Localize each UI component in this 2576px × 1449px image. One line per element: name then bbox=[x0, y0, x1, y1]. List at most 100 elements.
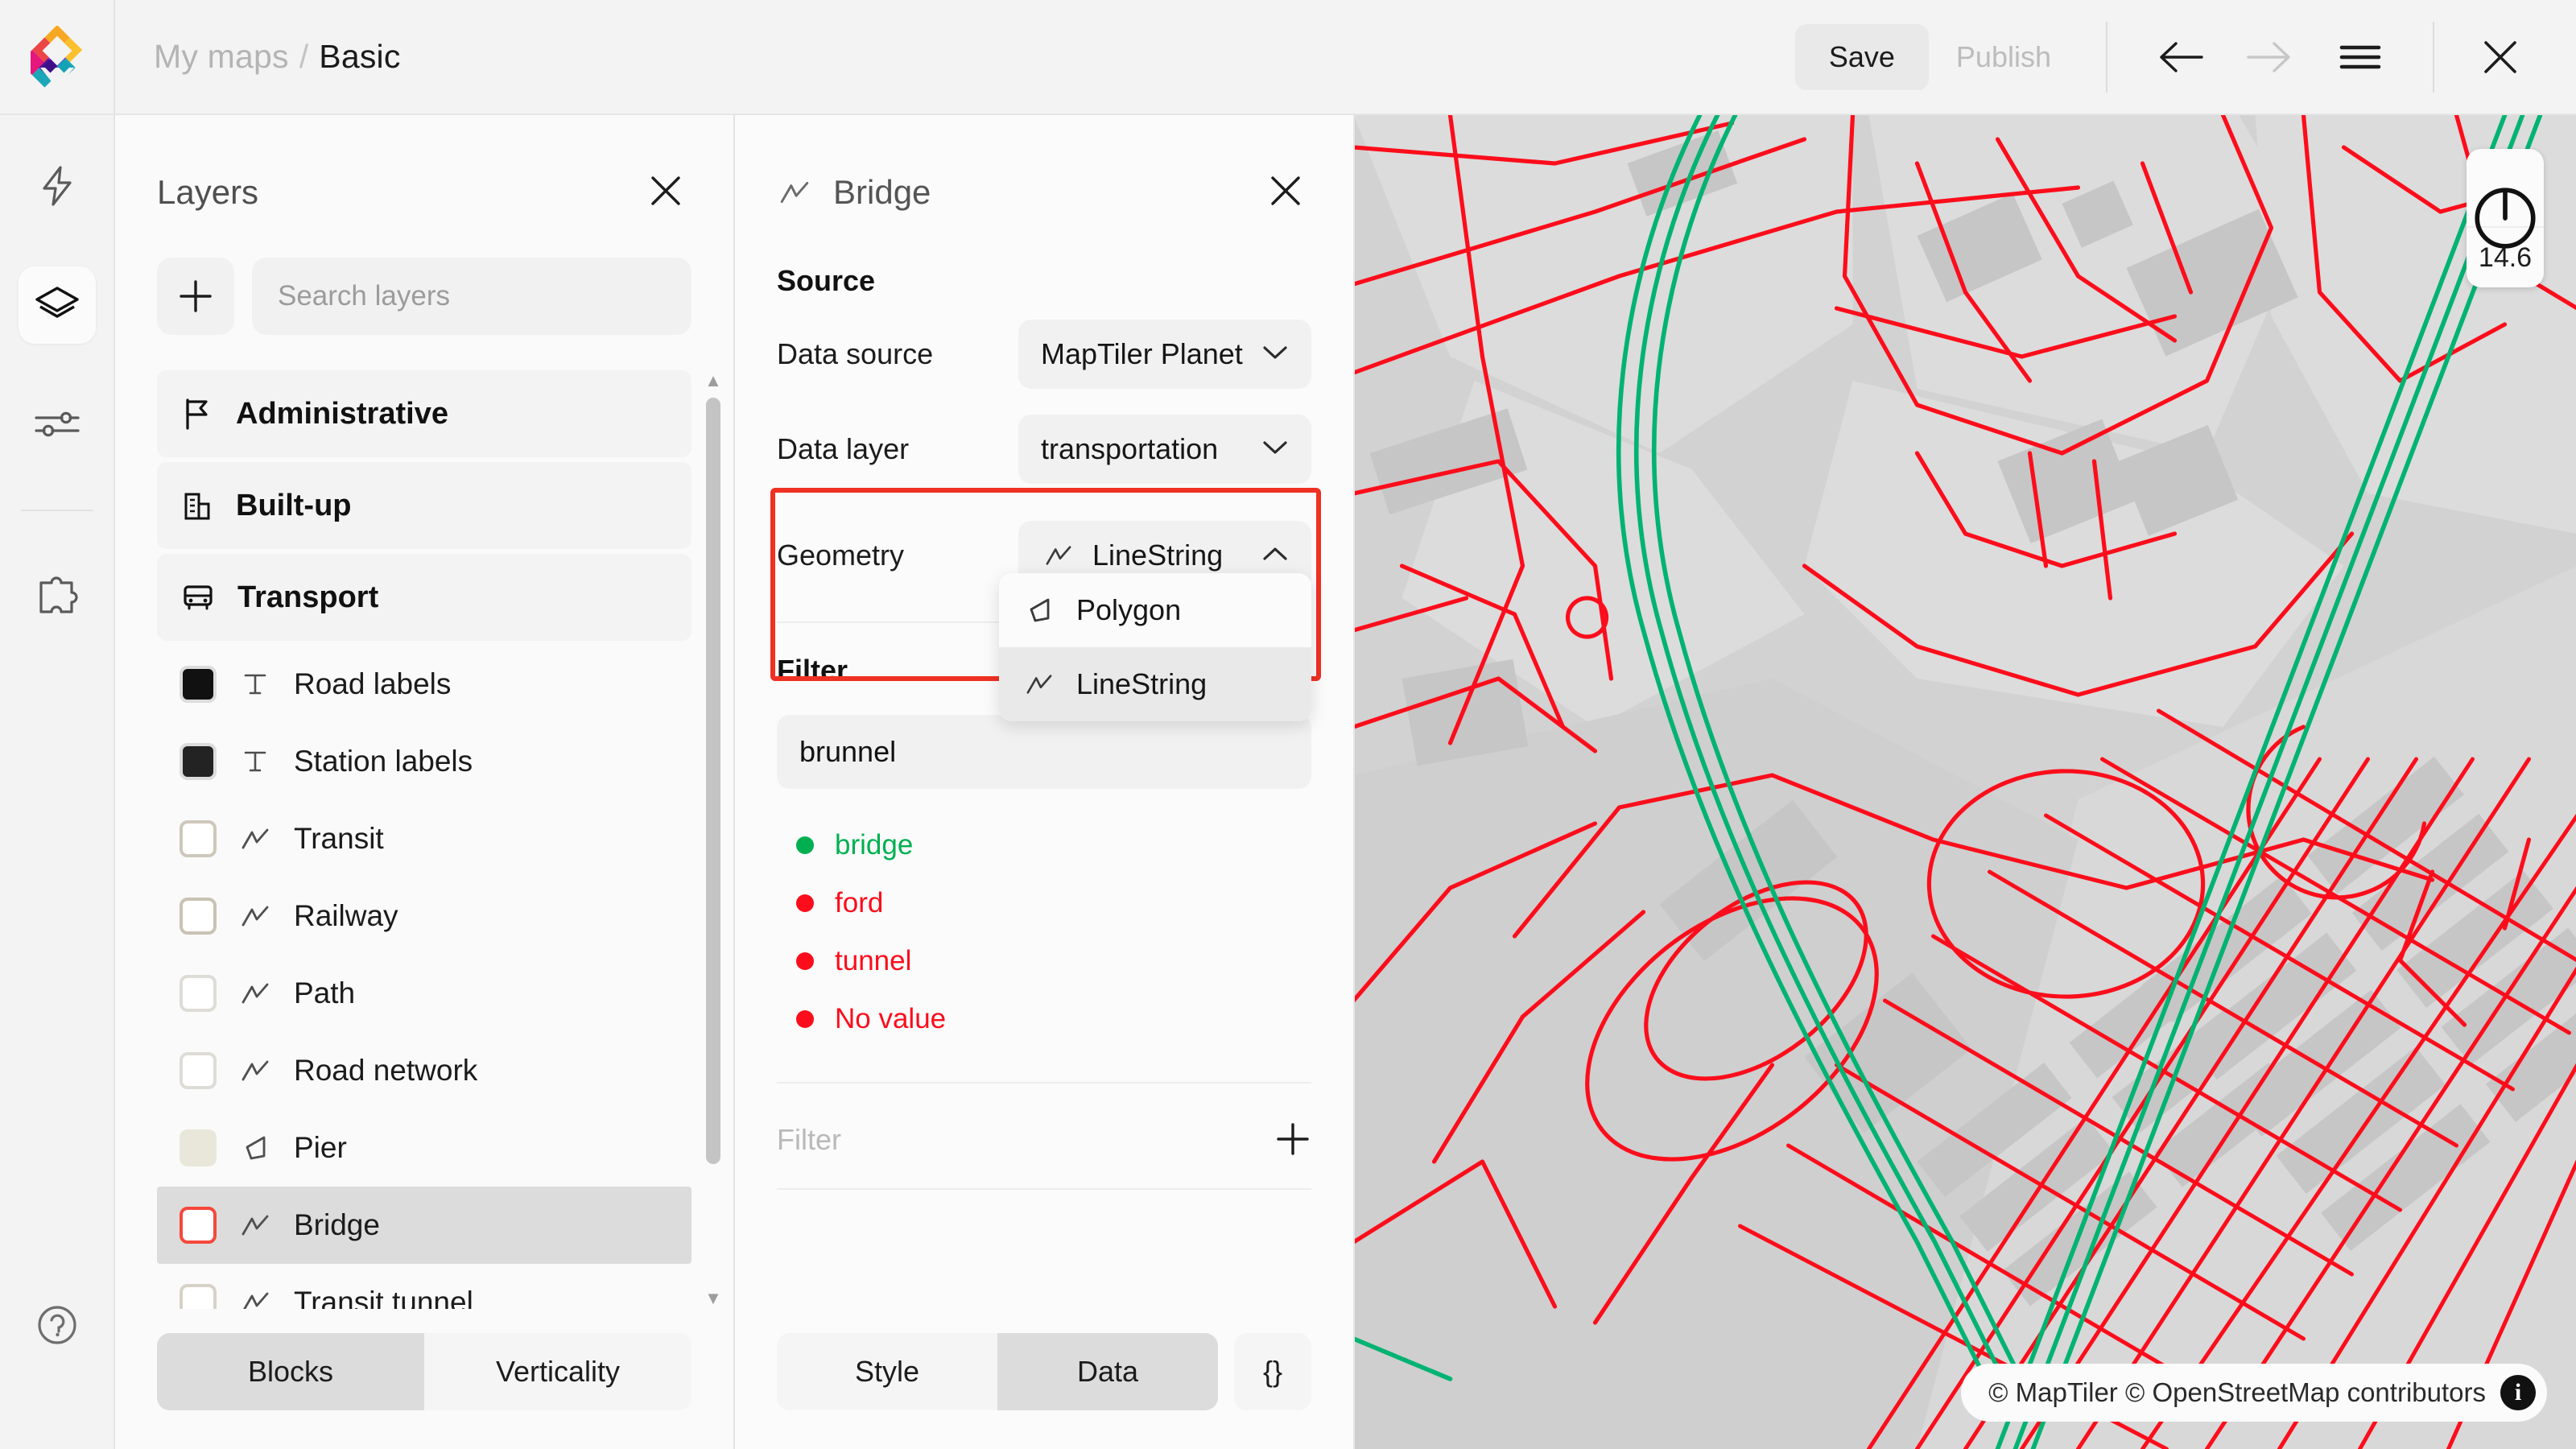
plus-icon bbox=[1277, 1122, 1309, 1155]
rail-divider bbox=[20, 510, 93, 511]
plus-icon bbox=[180, 280, 212, 312]
filter-value-tunnel[interactable]: tunnel bbox=[796, 932, 1311, 990]
layers-list[interactable]: Administrative Built-up Transport Road l… bbox=[115, 370, 733, 1309]
geometry-dropdown-menu[interactable]: Polygon LineString bbox=[999, 573, 1311, 721]
save-button[interactable]: Save bbox=[1794, 23, 1929, 90]
filter-values-list: bridge ford tunnel No value bbox=[735, 789, 1353, 1048]
select-value: LineString bbox=[1092, 539, 1224, 572]
publish-button[interactable]: Publish bbox=[1929, 24, 2079, 90]
layers-scrollbar[interactable]: ▲ ▼ bbox=[704, 370, 722, 1309]
layer-color-swatch[interactable] bbox=[180, 666, 217, 703]
layer-row-pier[interactable]: Pier bbox=[157, 1109, 691, 1187]
menu-button[interactable] bbox=[2322, 19, 2399, 96]
close-editor-button[interactable] bbox=[2462, 19, 2539, 96]
filter-value-ford[interactable]: ford bbox=[796, 874, 1311, 932]
layer-group-label: Administrative bbox=[236, 396, 448, 431]
layer-color-swatch[interactable] bbox=[180, 1207, 217, 1244]
layer-row-transit-tunnel[interactable]: Transit tunnel bbox=[157, 1264, 691, 1309]
app-body: Layers Search layers Administrative Buil… bbox=[0, 115, 2576, 1449]
redo-forward-button[interactable] bbox=[2231, 19, 2309, 96]
status-dot bbox=[796, 952, 814, 970]
rail-item-layers[interactable] bbox=[18, 266, 96, 344]
linestring-icon bbox=[237, 1057, 273, 1084]
layer-group-built-up[interactable]: Built-up bbox=[157, 462, 691, 549]
bridge-panel-spacer bbox=[735, 1190, 1353, 1333]
layer-color-swatch[interactable] bbox=[180, 1052, 217, 1089]
layer-label: Road labels bbox=[294, 667, 452, 700]
undo-back-button[interactable] bbox=[2141, 19, 2219, 96]
compass-reset-button[interactable] bbox=[2467, 149, 2544, 249]
filter-value-no-value[interactable]: No value bbox=[796, 990, 1311, 1048]
text-icon bbox=[237, 746, 273, 777]
filter-value-label: tunnel bbox=[835, 945, 912, 976]
layers-search-row bbox=[115, 219, 733, 335]
top-bar: My maps / Basic Save Publish bbox=[0, 0, 2576, 115]
layer-label: Station labels bbox=[294, 745, 473, 778]
tab-style[interactable]: Style bbox=[777, 1333, 997, 1410]
attribution-text[interactable]: © MapTiler © OpenStreetMap contributors bbox=[1988, 1377, 2486, 1408]
layer-color-swatch[interactable] bbox=[180, 820, 217, 857]
data-source-select[interactable]: MapTiler Planet bbox=[1018, 320, 1311, 389]
rail-item-plugins[interactable] bbox=[19, 556, 96, 634]
help-button[interactable] bbox=[19, 1286, 96, 1364]
layer-row-station-labels[interactable]: Station labels bbox=[157, 723, 691, 800]
filter-divider-top bbox=[777, 1082, 1311, 1084]
layer-row-railway[interactable]: Railway bbox=[157, 877, 691, 955]
filter-value-label: ford bbox=[835, 887, 884, 919]
layer-color-swatch[interactable] bbox=[180, 898, 217, 935]
rail-item-settings[interactable] bbox=[19, 386, 96, 463]
geometry-option-polygon[interactable]: Polygon bbox=[999, 573, 1311, 647]
map-canvas[interactable]: 14.6 © MapTiler © OpenStreetMap contribu… bbox=[1355, 115, 2576, 1449]
linestring-icon bbox=[1022, 671, 1057, 697]
sliders-icon bbox=[34, 411, 80, 437]
linestring-icon bbox=[1041, 543, 1076, 568]
geometry-option-linestring[interactable]: LineString bbox=[999, 647, 1311, 721]
close-bridge-panel-button[interactable] bbox=[1260, 165, 1311, 219]
layer-color-swatch[interactable] bbox=[180, 1284, 217, 1309]
filter-value-bridge[interactable]: bridge bbox=[796, 816, 1311, 874]
data-layer-select[interactable]: transportation bbox=[1018, 415, 1311, 484]
info-icon[interactable]: i bbox=[2500, 1375, 2536, 1410]
close-icon bbox=[1271, 176, 1300, 205]
status-dot bbox=[796, 1010, 814, 1028]
chevron-up-icon bbox=[1261, 545, 1289, 567]
layer-row-road-network[interactable]: Road network bbox=[157, 1032, 691, 1109]
geometry-option-label: LineString bbox=[1076, 667, 1208, 700]
layer-group-administrative[interactable]: Administrative bbox=[157, 370, 691, 457]
layer-row-bridge[interactable]: Bridge bbox=[157, 1187, 691, 1264]
search-layers-input[interactable] bbox=[252, 258, 691, 335]
layer-group-transport[interactable]: Transport bbox=[157, 554, 691, 641]
polygon-icon bbox=[237, 1133, 273, 1162]
maptiler-logo[interactable] bbox=[30, 25, 84, 89]
filter-value-label: No value bbox=[835, 1003, 947, 1034]
tab-data[interactable]: Data bbox=[997, 1333, 1218, 1410]
scrollbar-thumb[interactable] bbox=[706, 398, 720, 1164]
layers-view-tabs: Blocks Verticality bbox=[157, 1333, 691, 1410]
scroll-up-arrow[interactable]: ▲ bbox=[704, 370, 722, 391]
layer-row-road-labels[interactable]: Road labels bbox=[157, 646, 691, 723]
layer-row-transit[interactable]: Transit bbox=[157, 800, 691, 877]
rail-item-lightning[interactable] bbox=[19, 147, 96, 225]
bridge-panel-title: Bridge bbox=[833, 172, 931, 211]
layer-label: Pier bbox=[294, 1131, 347, 1164]
map-zoom-widget: 14.6 bbox=[2467, 149, 2544, 287]
breadcrumb-root[interactable]: My maps bbox=[154, 38, 289, 76]
status-dot bbox=[796, 836, 814, 854]
source-section-title: Source bbox=[777, 264, 876, 297]
layer-color-swatch[interactable] bbox=[180, 975, 217, 1012]
close-layers-panel-button[interactable] bbox=[640, 165, 691, 219]
layer-color-swatch[interactable] bbox=[180, 743, 217, 780]
tab-verticality[interactable]: Verticality bbox=[424, 1333, 691, 1410]
tab-blocks[interactable]: Blocks bbox=[157, 1333, 424, 1410]
filter-property-input[interactable] bbox=[777, 715, 1311, 789]
layer-row-path[interactable]: Path bbox=[157, 955, 691, 1032]
add-filter-button[interactable] bbox=[1274, 1121, 1311, 1160]
linestring-icon bbox=[237, 1212, 273, 1239]
layers-panel-title: Layers bbox=[157, 172, 259, 211]
style-data-tabs: Style Data bbox=[777, 1333, 1218, 1410]
scroll-down-arrow[interactable]: ▼ bbox=[704, 1288, 722, 1309]
polygon-icon bbox=[1022, 596, 1057, 625]
layer-color-swatch[interactable] bbox=[180, 1129, 217, 1166]
json-editor-button[interactable]: {} bbox=[1234, 1333, 1311, 1410]
add-layer-button[interactable] bbox=[157, 258, 234, 335]
